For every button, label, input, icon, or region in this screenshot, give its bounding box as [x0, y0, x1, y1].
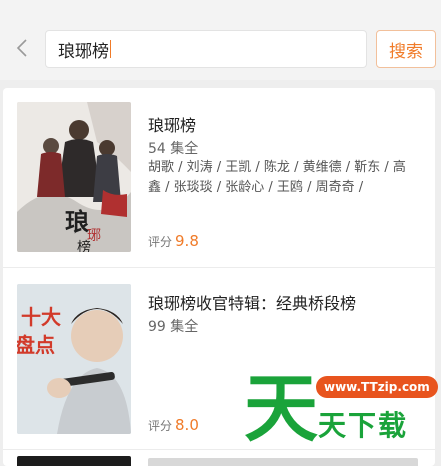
list-item[interactable] — [3, 452, 435, 466]
episode-count: 99 集全 — [148, 319, 199, 335]
poster-art: 琅 琊 榜 — [17, 102, 131, 252]
rating-value: 8.0 — [175, 416, 199, 434]
list-item[interactable]: 十大 盘点 琅琊榜收官特辑：经典桥段榜 99 集全 评分 8.0 — [3, 270, 435, 450]
poster-image[interactable]: 琅 琊 榜 — [17, 102, 131, 252]
search-box[interactable]: 琅琊榜 — [45, 30, 367, 68]
poster-art: 十大 盘点 — [17, 284, 131, 434]
rating: 评分 8.0 — [148, 416, 199, 434]
rating: 评分 9.8 — [148, 232, 199, 250]
result-title[interactable] — [148, 458, 418, 466]
top-bar: 琅琊榜 搜索 — [0, 0, 441, 80]
rating-value: 9.8 — [175, 232, 199, 250]
cast-list: 胡歌 / 刘涛 / 王凯 / 陈龙 / 黄维德 / 靳东 / 高鑫 / 张琰琰 … — [148, 160, 406, 195]
chevron-left-icon — [16, 39, 27, 57]
rating-label: 评分 — [148, 235, 173, 249]
results-list: 琅 琊 榜 琅琊榜 54 集全 胡歌 / 刘涛 / 王凯 / 陈龙 / 黄维德 … — [3, 88, 435, 466]
poster-title-glyph: 十大 — [21, 305, 61, 329]
rating-label: 评分 — [148, 419, 173, 433]
search-input[interactable]: 琅琊榜 — [58, 37, 109, 62]
episode-count: 54 集全 — [148, 141, 199, 157]
poster-image[interactable]: 十大 盘点 — [17, 284, 131, 434]
text-caret — [110, 40, 111, 58]
poster-title-glyph: 榜 — [77, 239, 91, 252]
search-button[interactable]: 搜索 — [376, 30, 436, 68]
poster-title-glyph: 盘点 — [17, 333, 55, 357]
result-title[interactable]: 琅琊榜 — [148, 112, 196, 136]
list-item[interactable]: 琅 琊 榜 琅琊榜 54 集全 胡歌 / 刘涛 / 王凯 / 陈龙 / 黄维德 … — [3, 88, 435, 268]
poster-image[interactable] — [17, 456, 131, 466]
result-title[interactable]: 琅琊榜收官特辑：经典桥段榜 — [148, 290, 356, 314]
poster-title-glyph: 琅 — [65, 207, 89, 236]
back-button[interactable] — [8, 30, 36, 66]
